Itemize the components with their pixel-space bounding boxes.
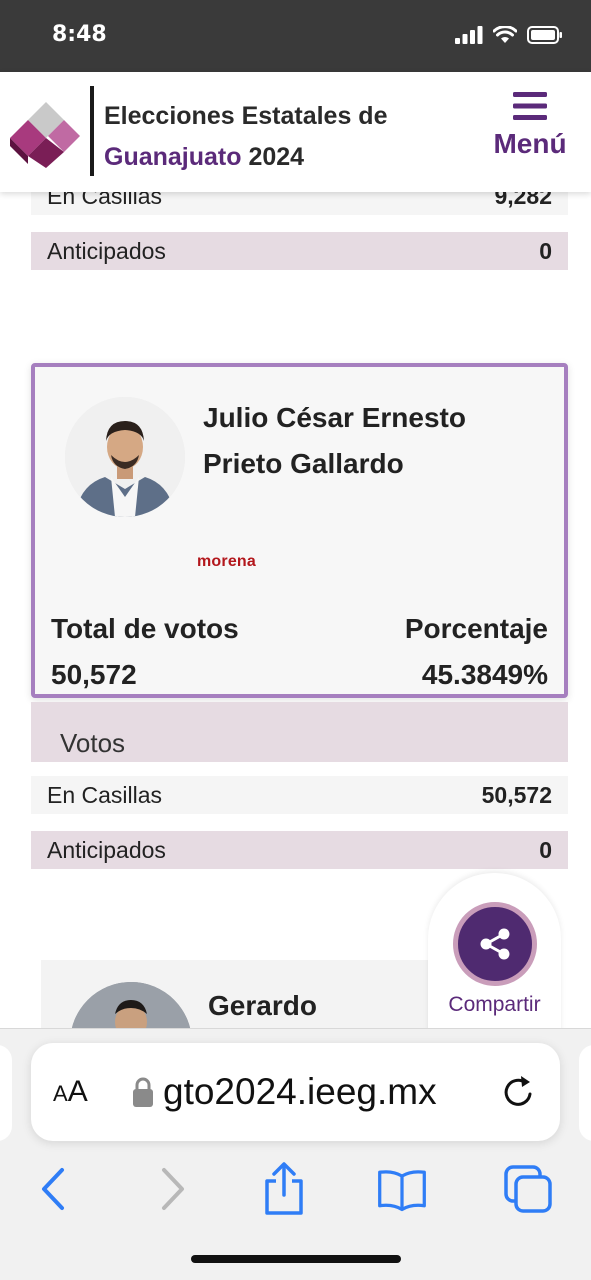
party-logo: morena <box>197 553 256 570</box>
title-year: 2024 <box>248 143 305 171</box>
candidate-portrait-icon <box>65 397 185 517</box>
aa-big: A <box>67 1075 88 1108</box>
row-value: 0 <box>539 237 552 264</box>
address-bar[interactable]: AA gto2024.ieeg.mx <box>31 1043 560 1141</box>
votes-header: Votos <box>31 702 568 762</box>
total-votes-label: Total de votos <box>51 613 239 644</box>
battery-icon <box>527 26 562 44</box>
share-panel: Compartir <box>428 873 561 1043</box>
bookmarks-button[interactable] <box>376 1161 428 1217</box>
total-votes-value: 50,572 <box>51 659 137 690</box>
row-value: 0 <box>539 836 552 863</box>
browser-bottom-bar: AA gto2024.ieeg.mx <box>0 1028 591 1280</box>
table-row: Anticipados 0 <box>31 831 568 869</box>
row-label: En Casillas <box>47 781 163 808</box>
share-icon <box>480 928 510 960</box>
title-line2: Guanajuato 2024 <box>104 137 387 178</box>
next-candidate-photo <box>70 982 192 1030</box>
page-title: Elecciones Estatales de Guanajuato 2024 <box>104 96 387 178</box>
tabs-icon <box>504 1165 552 1213</box>
status-bar: 8:48 <box>0 0 591 72</box>
candidate-card: Julio César Ernesto Prieto Gallardo more… <box>31 363 568 698</box>
next-tab-peek[interactable] <box>579 1045 591 1141</box>
share-sheet-button[interactable] <box>258 1161 310 1217</box>
candidate-photo <box>65 397 185 517</box>
back-icon <box>42 1168 64 1210</box>
status-time: 8:48 <box>52 22 107 47</box>
title-accent: Guanajuato <box>104 143 242 171</box>
menu-button[interactable]: Menú <box>489 90 571 170</box>
menu-label: Menú <box>493 128 567 159</box>
candidate-votes-table: En Casillas 50,572 Anticipados 0 <box>31 776 568 869</box>
logo-divider <box>90 86 94 176</box>
row-value: 50,572 <box>481 781 552 808</box>
votes-header-label: Votos <box>60 728 126 758</box>
candidate-name: Julio César Ernesto Prieto Gallardo <box>203 402 466 479</box>
lock-icon <box>133 1077 153 1107</box>
reload-icon[interactable] <box>499 1072 539 1112</box>
browser-toolbar <box>0 1155 591 1225</box>
signal-icon <box>455 26 483 44</box>
aa-small: A <box>53 1081 68 1106</box>
percentage-label: Porcentaje <box>404 613 548 644</box>
forward-icon <box>162 1168 184 1210</box>
share-label: Compartir <box>448 993 541 1016</box>
status-icons <box>455 26 563 44</box>
table-row: En Casillas 50,572 <box>31 776 568 814</box>
title-line1: Elecciones Estatales de <box>104 102 388 130</box>
next-candidate-name: Gerardo <box>208 990 317 1021</box>
reader-options-button[interactable]: AA <box>53 1075 88 1109</box>
bookmarks-icon <box>378 1170 426 1212</box>
percentage-value: 45.3849% <box>421 659 548 690</box>
home-indicator[interactable] <box>191 1255 401 1263</box>
back-button[interactable] <box>27 1161 79 1217</box>
tabs-button[interactable] <box>502 1161 554 1217</box>
menu-icon <box>513 92 547 120</box>
site-header: Elecciones Estatales de Guanajuato 2024 … <box>0 72 591 192</box>
previous-tab-peek[interactable] <box>0 1045 12 1141</box>
share-sheet-icon <box>265 1162 303 1215</box>
forward-button[interactable] <box>147 1161 199 1217</box>
row-label: Anticipados <box>47 237 166 264</box>
share-button[interactable] <box>453 902 537 986</box>
url-text[interactable]: gto2024.ieeg.mx <box>163 1071 499 1113</box>
row-label: Anticipados <box>47 836 166 863</box>
ieeg-logo[interactable] <box>6 94 86 174</box>
wifi-icon <box>493 26 517 43</box>
next-candidate-portrait-icon <box>70 982 192 1030</box>
table-row: Anticipados 0 <box>31 232 568 270</box>
